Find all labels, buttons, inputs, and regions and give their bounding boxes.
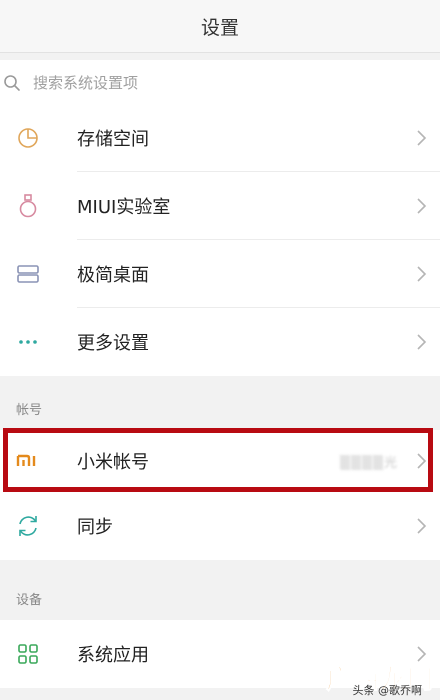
settings-item-simple-desktop[interactable]: 极简桌面	[0, 240, 440, 308]
sync-icon	[19, 516, 37, 536]
section-header-label: 帐号	[16, 402, 43, 418]
settings-item-mi-account[interactable]: 小米帐号 ▒▒▒▒光	[0, 430, 440, 492]
lab-flask-icon	[19, 194, 37, 218]
settings-item-miui-lab[interactable]: MIUI实验室	[0, 172, 440, 240]
more-dots-icon	[19, 340, 37, 344]
section-header-device: 设备	[0, 576, 440, 620]
settings-group-general: 存储空间 MIUI实验室 极简桌面 更多设置	[0, 104, 440, 376]
settings-item-storage[interactable]: 存储空间	[0, 104, 440, 172]
settings-item-sync[interactable]: 同步	[0, 492, 440, 560]
storage-pie-icon	[18, 128, 38, 148]
chevron-right-icon	[417, 518, 427, 534]
chevron-right-icon	[417, 130, 427, 146]
settings-item-label: 系统应用	[77, 645, 149, 666]
settings-item-label: 极简桌面	[77, 265, 149, 286]
settings-item-label: 同步	[77, 517, 113, 538]
settings-item-more[interactable]: 更多设置	[0, 308, 440, 376]
section-header-account: 帐号	[0, 386, 440, 430]
settings-group-account: 小米帐号 ▒▒▒▒光 同步	[0, 430, 440, 560]
chevron-right-icon	[417, 334, 427, 350]
watermark-sub: 头条 @歌乔啊	[352, 684, 423, 697]
search-icon	[4, 75, 20, 91]
account-name-value: ▒▒▒▒光	[340, 455, 398, 471]
settings-item-label: 更多设置	[77, 333, 149, 354]
apps-grid-icon	[18, 644, 38, 664]
simple-desktop-icon	[17, 265, 39, 283]
chevron-right-icon	[417, 198, 427, 214]
settings-item-label: MIUI实验室	[77, 197, 171, 218]
section-header-label: 设备	[16, 592, 43, 608]
settings-item-label: 小米帐号	[77, 452, 149, 473]
chevron-right-icon	[417, 266, 427, 282]
title-bar: 设置	[0, 0, 440, 53]
search-input[interactable]	[33, 74, 413, 92]
chevron-right-icon	[417, 453, 427, 469]
page-title: 设置	[200, 16, 239, 39]
mi-logo-icon	[16, 454, 36, 466]
search-bar[interactable]	[0, 60, 440, 106]
settings-item-label: 存储空间	[77, 129, 149, 150]
